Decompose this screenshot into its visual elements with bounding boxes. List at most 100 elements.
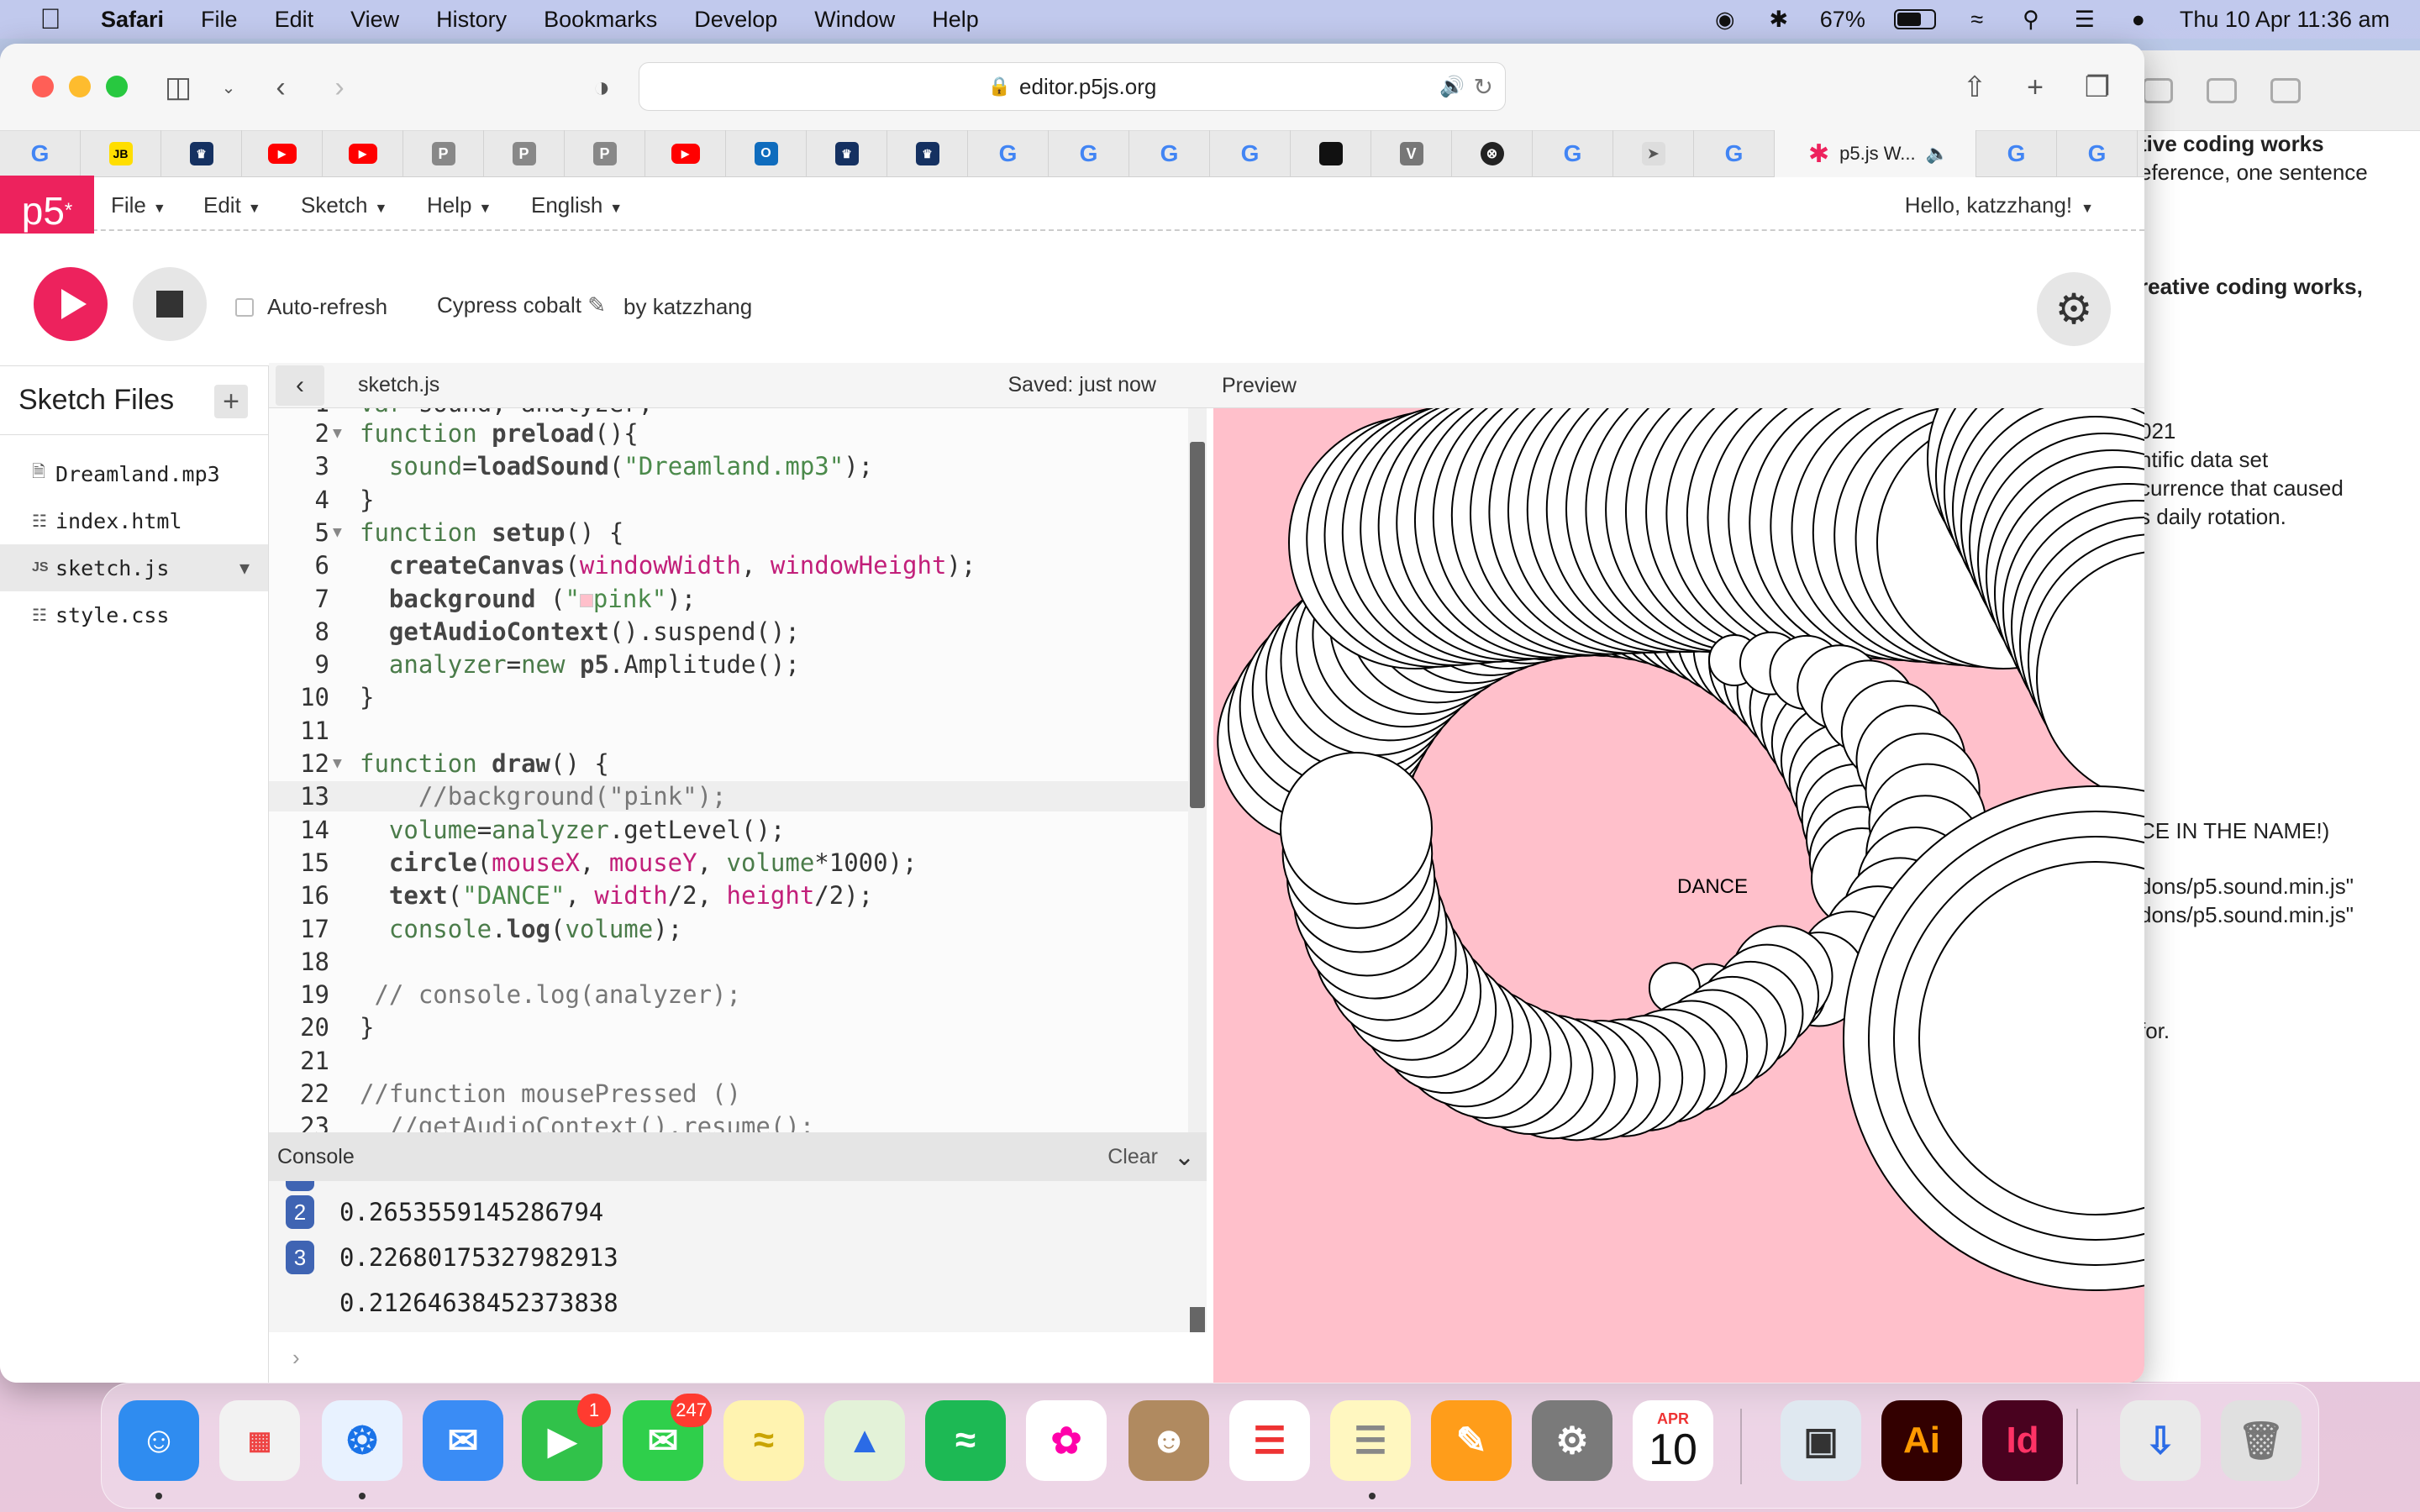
battery-icon[interactable] (1893, 9, 1936, 29)
stop-button[interactable] (133, 267, 207, 341)
zoom-window-button[interactable] (106, 76, 128, 97)
nav-edit[interactable]: Edit ▼ (203, 192, 261, 218)
forward-icon[interactable]: › (323, 71, 356, 104)
author-link[interactable]: katzzhang (653, 294, 753, 319)
siri-icon[interactable]: ● (2126, 7, 2151, 32)
menu-app-name[interactable]: Safari (101, 7, 164, 33)
spotify-icon[interactable]: ≈ (925, 1400, 1006, 1481)
browser-tab[interactable]: G (1694, 130, 1775, 177)
browser-tab[interactable]: G (1129, 130, 1210, 177)
reload-icon[interactable]: ↻ (1474, 73, 1493, 101)
control-center-icon[interactable]: ☰ (2072, 7, 2097, 32)
menu-clock[interactable]: Thu 10 Apr 11:36 am (2180, 7, 2390, 33)
notes-icon[interactable]: ☰ (1330, 1400, 1411, 1481)
browser-tab[interactable]: G (1976, 130, 2057, 177)
console-scrollbar-thumb[interactable] (1190, 1307, 1205, 1332)
audio-playing-icon[interactable]: 🔊 (1439, 75, 1465, 99)
menu-develop[interactable]: Develop (694, 7, 777, 33)
browser-tab[interactable]: G (1049, 130, 1129, 177)
spotlight-search-icon[interactable]: ⚲ (2018, 7, 2044, 32)
nav-file[interactable]: File ▼ (111, 192, 166, 218)
browser-tab[interactable]: G (968, 130, 1049, 177)
browser-tab[interactable]: O (726, 130, 807, 177)
collapse-sidebar-button[interactable]: ‹ (276, 365, 324, 406)
sketch-preview-canvas[interactable]: DANCE (1213, 408, 2144, 1383)
browser-tab[interactable]: G (1533, 130, 1613, 177)
apple-menu-icon[interactable]:  (34, 3, 67, 36)
browser-tab[interactable]: ▶ (323, 130, 403, 177)
sidebar-toggle-icon[interactable]: ◫ (161, 71, 195, 104)
browser-tab[interactable]: ♛ (161, 130, 242, 177)
menu-view[interactable]: View (350, 7, 399, 33)
editor-scrollbar-thumb[interactable] (1190, 442, 1205, 808)
user-menu[interactable]: Hello, katzzhang! ▼ (1905, 192, 2094, 218)
fold-arrow-icon[interactable]: ▼ (333, 517, 342, 548)
file-item-active[interactable]: JS sketch.js ▼ (0, 544, 268, 591)
messages-icon[interactable]: ✉ 247 (623, 1394, 712, 1481)
browser-tab[interactable]: ▶ (645, 130, 726, 177)
chevron-down-icon[interactable]: ⌄ (212, 71, 245, 104)
file-item[interactable]: 🗎 Dreamland.mp3 (0, 450, 268, 497)
console-input[interactable]: › (269, 1332, 1207, 1383)
fold-arrow-icon[interactable]: ▼ (333, 418, 342, 449)
system-settings-icon[interactable]: ⚙ (1532, 1400, 1612, 1481)
browser-tab[interactable]: ⊗ (1452, 130, 1533, 177)
tab-overview-icon[interactable]: ❐ (2081, 71, 2114, 104)
share-icon[interactable]: ⇧ (1958, 71, 1991, 104)
mail-icon[interactable]: ✉ (423, 1400, 503, 1481)
menu-bookmarks[interactable]: Bookmarks (544, 7, 657, 33)
play-button[interactable] (34, 267, 108, 341)
privacy-shield-icon[interactable]: ◑ (585, 71, 618, 104)
browser-tab[interactable]: V (1371, 130, 1452, 177)
menu-window[interactable]: Window (814, 7, 895, 33)
downloads-icon[interactable]: ⇩ (2120, 1400, 2201, 1481)
console-clear-button[interactable]: Clear (1107, 1145, 1158, 1169)
chevron-down-icon[interactable]: ⌄ (1174, 1142, 1195, 1172)
nav-sketch[interactable]: Sketch ▼ (301, 192, 387, 218)
code-editor[interactable]: 1var sound, analyzer;2▼function preload(… (269, 408, 1207, 1132)
browser-tab-active[interactable]: ✱ p5.js W... 🔈 (1775, 130, 1976, 177)
browser-tab[interactable]: ▶ (242, 130, 323, 177)
browser-tab[interactable]: ♛ (887, 130, 968, 177)
browser-tab[interactable]: G (2057, 130, 2138, 177)
facetime-icon[interactable]: ▶ 1 (522, 1394, 611, 1481)
settings-button[interactable]: ⚙ (2037, 272, 2111, 346)
menu-file[interactable]: File (201, 7, 238, 33)
menu-edit[interactable]: Edit (275, 7, 314, 33)
new-tab-icon[interactable]: + (2018, 71, 2052, 104)
browser-tab[interactable] (1291, 130, 1371, 177)
calendar-icon[interactable]: APR 10 (1633, 1400, 1713, 1481)
browser-tab[interactable]: P (403, 130, 484, 177)
auto-refresh-checkbox[interactable] (235, 297, 254, 317)
preview-icon[interactable]: ▣ (1781, 1400, 1861, 1481)
file-options-icon[interactable]: ▼ (239, 558, 250, 578)
fold-arrow-icon[interactable]: ▼ (333, 748, 342, 779)
freeform-icon[interactable]: ≈ (723, 1400, 804, 1481)
nav-help[interactable]: Help ▼ (427, 192, 492, 218)
browser-tab[interactable]: ♛ (807, 130, 887, 177)
contacts-icon[interactable]: ☻ (1128, 1400, 1209, 1481)
sketch-name[interactable]: Cypress cobalt ✎ (437, 292, 606, 318)
maps-icon[interactable]: ▲ (824, 1400, 905, 1481)
add-file-button[interactable]: + (214, 385, 248, 418)
bluetooth-icon[interactable]: ✱ (1766, 7, 1791, 32)
browser-tab[interactable]: G (1210, 130, 1291, 177)
indesign-icon[interactable]: Id (1982, 1400, 2063, 1481)
address-bar[interactable]: 🔒 editor.p5js.org 🔊 ↻ (639, 62, 1506, 111)
auto-refresh-toggle[interactable]: Auto-refresh (235, 294, 387, 320)
browser-tab[interactable]: JB (81, 130, 161, 177)
pages-icon[interactable]: ✎ (1431, 1400, 1512, 1481)
nav-language[interactable]: English ▼ (531, 192, 623, 218)
close-window-button[interactable] (32, 76, 54, 97)
minimize-window-button[interactable] (69, 76, 91, 97)
reminders-icon[interactable]: ☰ (1229, 1400, 1310, 1481)
file-item[interactable]: ☷ index.html (0, 497, 268, 544)
photos-icon[interactable]: ✿ (1026, 1400, 1107, 1481)
menu-help[interactable]: Help (932, 7, 979, 33)
browser-tab[interactable]: P (484, 130, 565, 177)
creative-cloud-icon[interactable]: ◉ (1712, 7, 1738, 32)
wifi-icon[interactable]: ≈ (1965, 7, 1990, 32)
file-item[interactable]: ☷ style.css (0, 591, 268, 638)
browser-tab[interactable]: G (0, 130, 81, 177)
back-icon[interactable]: ‹ (264, 71, 297, 104)
